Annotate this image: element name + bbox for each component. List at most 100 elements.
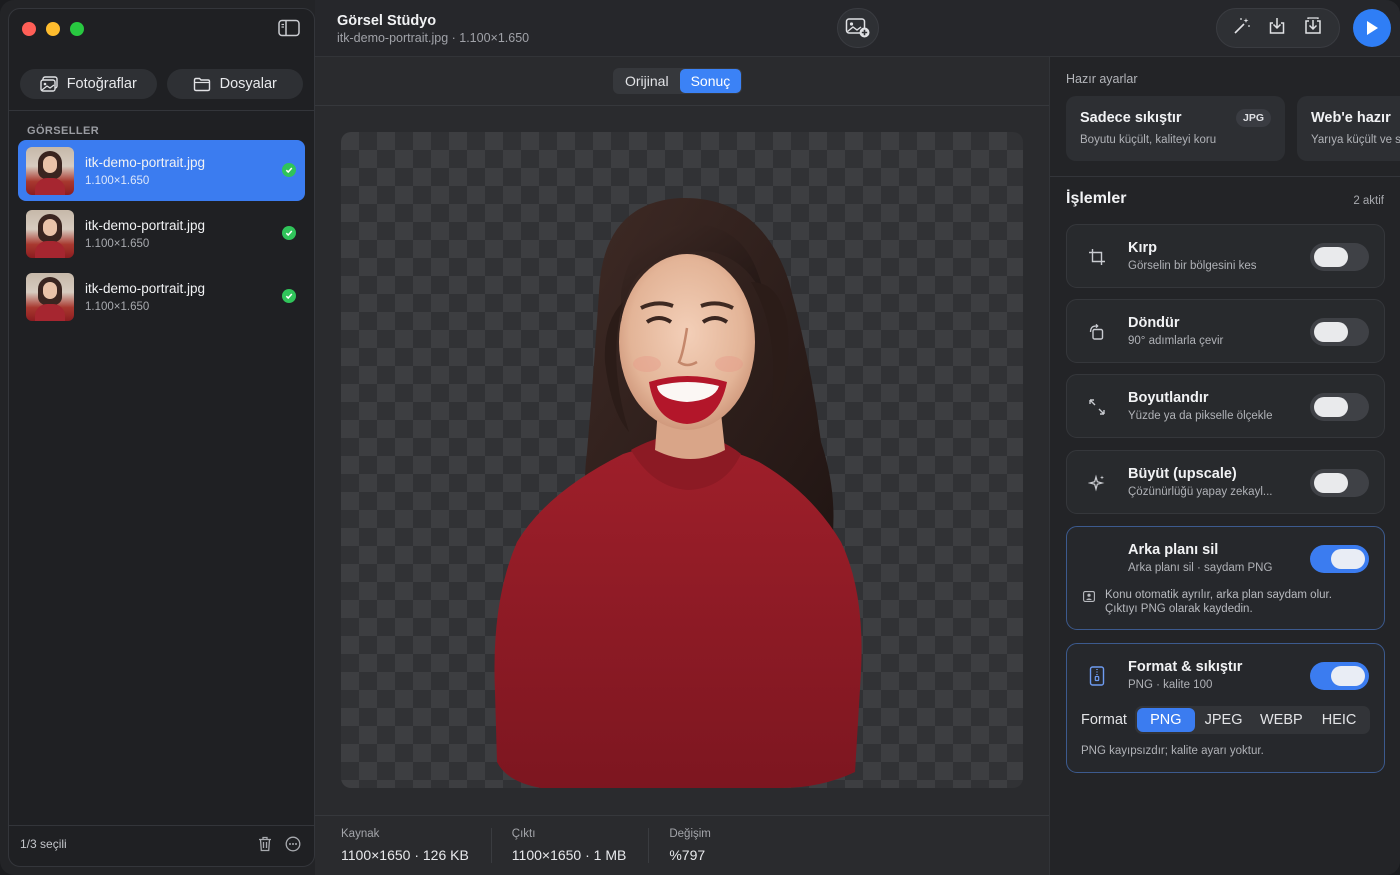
presets-area: Hazır ayarlar Sadece sıkıştır Boyutu küç… [1050, 57, 1400, 177]
app-window: Fotoğraflar Dosyalar GÖRSELLER itk-demo-… [0, 0, 1400, 875]
operation-title: Boyutlandır [1128, 390, 1209, 406]
operation-desc: Görselin bir bölgesini kes [1128, 260, 1257, 272]
check-icon [282, 226, 296, 240]
stat-label: Çıktı [511, 828, 536, 840]
tab-photos[interactable]: Fotoğraflar [20, 69, 157, 99]
check-icon [282, 289, 296, 303]
preset-compress[interactable]: Sadece sıkıştır Boyutu küçült, kaliteyi … [1066, 96, 1285, 161]
segment-result[interactable]: Sonuç [679, 69, 742, 93]
add-image-button[interactable] [837, 8, 879, 48]
app-subtitle: itk-demo-portrait.jpg · 1.100×1.650 [337, 31, 530, 45]
resize-toggle[interactable] [1310, 393, 1369, 421]
import-icon[interactable] [1267, 16, 1287, 41]
preset-desc: Boyutu küçült, kaliteyi koru [1080, 134, 1217, 146]
sidebar-divider [9, 110, 314, 111]
crop-toggle[interactable] [1310, 243, 1369, 271]
file-name: itk-demo-portrait.jpg [85, 154, 206, 170]
operation-background-removal: Arka planı sil Arka planı sil · saydam P… [1066, 526, 1385, 630]
play-icon [1367, 21, 1378, 35]
file-dimensions: 1.100×1.650 [85, 174, 150, 187]
photos-icon [39, 76, 58, 92]
presets-title: Hazır ayarlar [1066, 72, 1138, 86]
toolbar-actions [1216, 8, 1340, 48]
rotate-toggle[interactable] [1310, 318, 1369, 346]
preset-name: Web'e hazır [1311, 110, 1391, 126]
operation-desc: PNG · kalite 100 [1128, 679, 1213, 691]
zoom-window-button[interactable] [70, 22, 84, 36]
stat-value: %797 [669, 847, 706, 863]
format-option-webp[interactable]: WEBP [1252, 708, 1310, 732]
file-thumbnail [26, 209, 74, 258]
stat-label: Değişim [669, 828, 711, 840]
segment-original[interactable]: Orijinal [614, 69, 680, 93]
format-toggle[interactable] [1310, 662, 1369, 690]
file-item[interactable]: itk-demo-portrait.jpg 1.100×1.650 [18, 203, 305, 264]
tab-files-label: Dosyalar [219, 76, 277, 92]
sidebar-footer-divider [9, 825, 314, 826]
stat-value: 1100×1650 · 126 KB [341, 847, 469, 863]
add-image-icon [845, 18, 870, 38]
preview-divider [315, 105, 1049, 106]
tab-photos-label: Fotoğraflar [66, 76, 137, 92]
rotate-icon [1087, 322, 1107, 342]
operation-rotate: Döndür 90° adımlarla çevir [1066, 299, 1385, 363]
format-option-heic[interactable]: HEIC [1310, 708, 1368, 732]
trash-icon[interactable] [255, 834, 275, 854]
upscale-toggle[interactable] [1310, 469, 1369, 497]
operations-title: İşlemler [1066, 190, 1127, 207]
file-dimensions: 1.100×1.650 [85, 300, 150, 313]
sidebar-toggle-icon[interactable] [278, 19, 302, 39]
operation-desc: Çözünürlüğü yapay zekayl... [1128, 486, 1273, 498]
operation-note: Konu otomatik ayrılır, arka plan saydam … [1105, 588, 1365, 616]
app-title: Görsel Stüdyo [337, 13, 437, 29]
preview-area: Orijinal Sonuç Kaynak 1100×1650 · 126 KB… [315, 57, 1049, 875]
stats-divider [315, 815, 1049, 816]
note-line: Çıktıyı PNG olarak kaydedin. [1105, 603, 1253, 615]
zip-file-icon [1087, 666, 1107, 686]
person-icon [1083, 589, 1095, 602]
stat-label: Kaynak [341, 828, 380, 840]
operation-upscale: Büyüt (upscale) Çözünürlüğü yapay zekayl… [1066, 450, 1385, 514]
folder-icon [193, 77, 210, 91]
file-name: itk-demo-portrait.jpg [85, 217, 206, 233]
file-item[interactable]: itk-demo-portrait.jpg 1.100×1.650 [18, 140, 305, 201]
more-icon[interactable] [283, 834, 303, 854]
image-canvas[interactable] [341, 132, 1023, 788]
operation-crop: Kırp Görselin bir bölgesini kes [1066, 224, 1385, 288]
check-icon [282, 163, 296, 177]
note-line: Konu otomatik ayrılır, arka plan saydam … [1105, 589, 1332, 601]
resize-icon [1087, 397, 1107, 417]
sidebar: Fotoğraflar Dosyalar GÖRSELLER itk-demo-… [8, 8, 315, 867]
minimize-window-button[interactable] [46, 22, 60, 36]
format-note: PNG kayıpsızdır; kalite ayarı yoktur. [1081, 745, 1264, 757]
operation-title: Arka planı sil [1128, 542, 1219, 558]
sidebar-footer: 1/3 seçili [20, 834, 303, 854]
stat-output: Çıktı 1100×1650 · 1 MB [512, 828, 650, 863]
settings-panel: Hazır ayarlar Sadece sıkıştır Boyutu küç… [1049, 57, 1400, 875]
file-thumbnail [26, 272, 74, 321]
crop-icon [1087, 247, 1107, 267]
magic-wand-icon[interactable] [1232, 16, 1252, 41]
format-option-png[interactable]: PNG [1136, 708, 1195, 732]
toolbar: Görsel Stüdyo itk-demo-portrait.jpg · 1.… [315, 0, 1400, 57]
preset-badge: JPG [1235, 109, 1271, 127]
preset-list: Sadece sıkıştır Boyutu küçült, kaliteyi … [1066, 96, 1400, 161]
operation-desc: Arka planı sil · saydam PNG [1128, 562, 1273, 574]
operation-title: Büyüt (upscale) [1128, 466, 1237, 482]
operation-resize: Boyutlandır Yüzde ya da pikselle ölçekle [1066, 374, 1385, 438]
file-item[interactable]: itk-demo-portrait.jpg 1.100×1.650 [18, 266, 305, 327]
stat-value: 1100×1650 · 1 MB [511, 847, 627, 863]
preset-web[interactable]: Web'e hazır Yarıya küçült ve sıkıştır [1297, 96, 1400, 161]
preset-desc: Yarıya küçült ve sıkıştır [1311, 134, 1400, 146]
run-button[interactable] [1353, 9, 1391, 47]
format-option-jpeg[interactable]: JPEG [1195, 708, 1253, 732]
close-window-button[interactable] [22, 22, 36, 36]
operation-desc: 90° adımlarla çevir [1128, 335, 1224, 347]
stat-change: Değişim %797 [669, 828, 733, 863]
stat-source: Kaynak 1100×1650 · 126 KB [341, 828, 492, 863]
background-removal-toggle[interactable] [1310, 545, 1369, 573]
tab-files[interactable]: Dosyalar [166, 69, 303, 99]
panel-divider [1050, 176, 1400, 177]
export-all-icon[interactable] [1302, 15, 1324, 42]
sparkles-icon [1087, 473, 1107, 493]
